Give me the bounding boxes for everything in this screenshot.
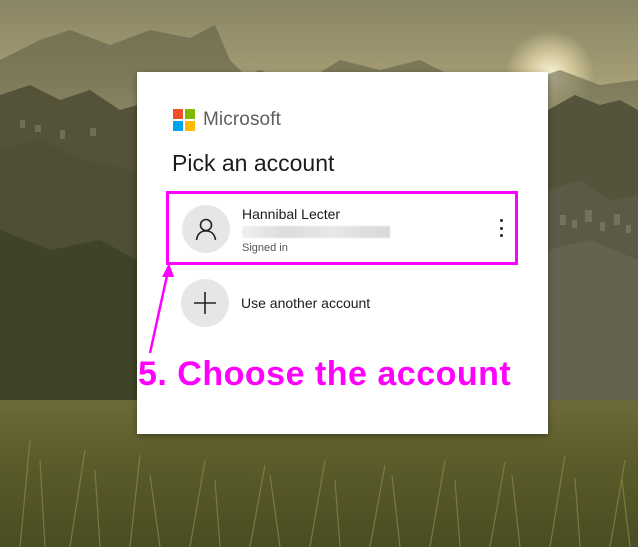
plus-icon xyxy=(181,279,229,327)
annotation-step-label: 5. Choose the account xyxy=(138,355,512,393)
annotation-arrow xyxy=(148,263,174,354)
microsoft-logo: Microsoft xyxy=(173,109,281,131)
use-another-account-label: Use another account xyxy=(241,295,371,311)
page-title: Pick an account xyxy=(172,150,335,176)
annotation-highlight-box xyxy=(166,191,518,265)
use-another-account-button[interactable]: Use another account xyxy=(168,277,518,329)
microsoft-logo-icon xyxy=(173,109,195,131)
brand-name: Microsoft xyxy=(203,109,281,130)
